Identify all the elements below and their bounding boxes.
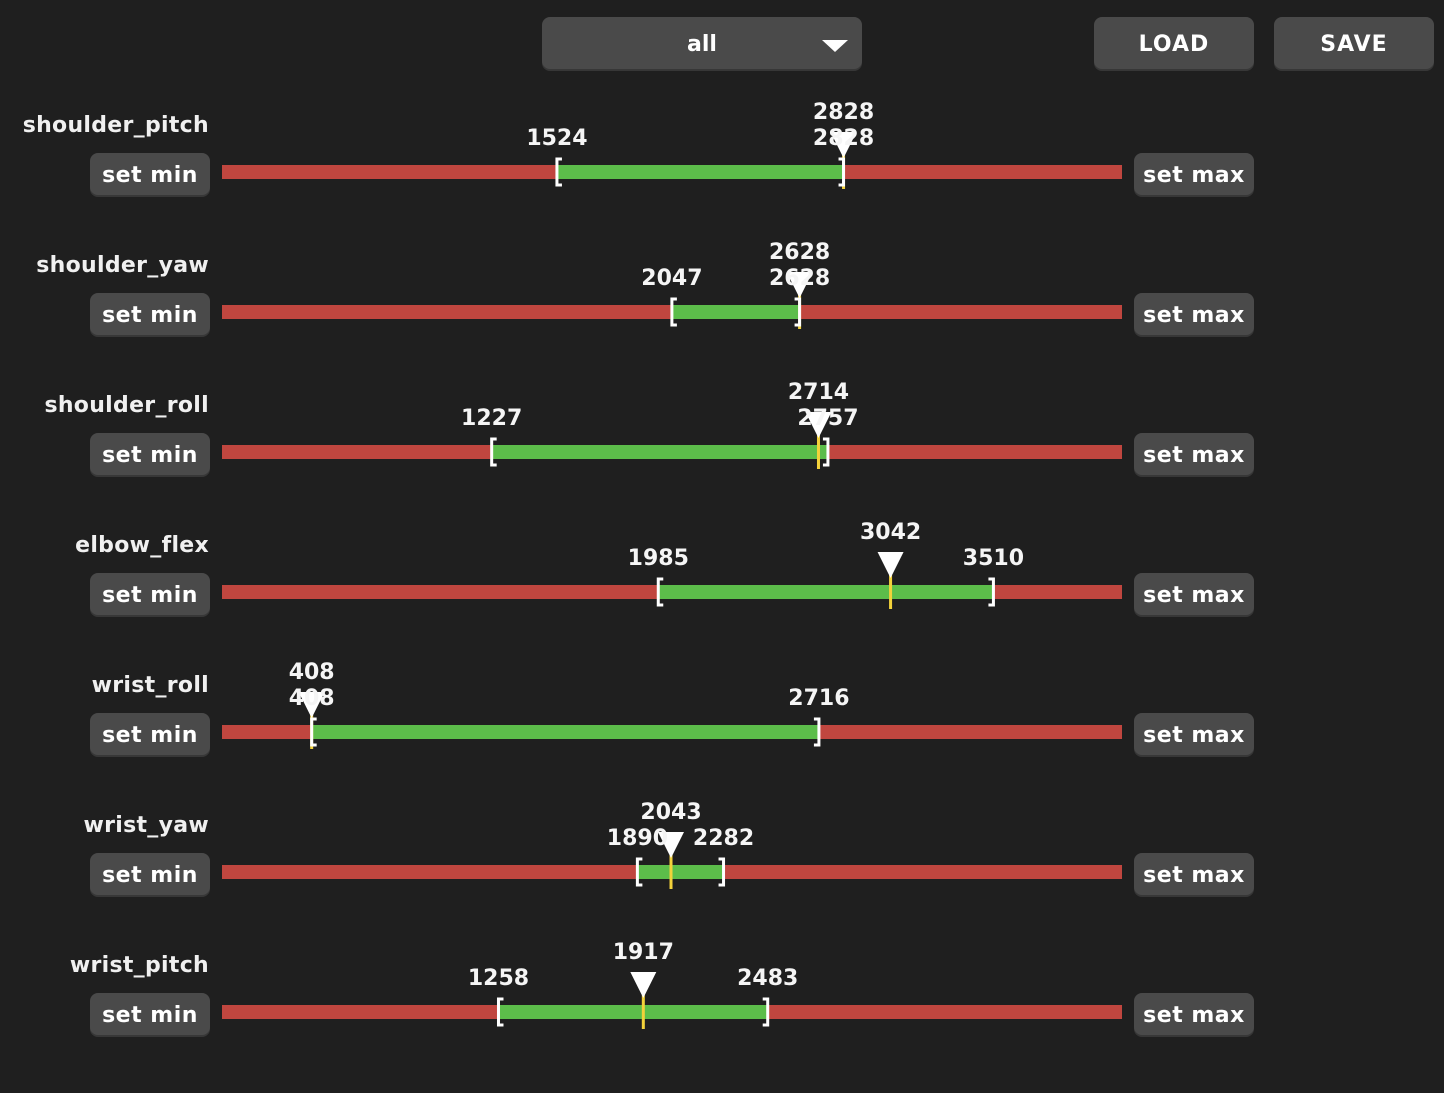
min-value-label: 1227 xyxy=(461,406,522,431)
goal-value-label: 2714 xyxy=(788,380,849,405)
motor-row-wrist_yaw: wrist_yaw set min set max 1890 2282 2043 xyxy=(0,800,1444,953)
max-value-label: 3510 xyxy=(963,546,1024,571)
goal-value-label: 3042 xyxy=(860,520,921,545)
track-in-range xyxy=(658,585,994,599)
dropdown-selected-value: all xyxy=(687,31,717,57)
range-slider[interactable]: 1258 2483 1917 xyxy=(0,940,1444,1093)
min-value-label: 1890 xyxy=(607,826,668,851)
goal-handle-triangle-icon[interactable] xyxy=(630,972,657,998)
motor-group-dropdown[interactable]: all xyxy=(542,17,862,71)
min-value-label: 1258 xyxy=(468,966,529,991)
range-slider[interactable]: 408 2716 408 xyxy=(0,660,1444,813)
track-in-range xyxy=(491,445,828,459)
range-slider[interactable]: 2047 26282628 xyxy=(0,240,1444,393)
max-value-label: 2628 xyxy=(769,266,830,291)
present-position-marker xyxy=(816,435,820,469)
present-position-marker xyxy=(669,855,673,889)
present-position-marker xyxy=(641,995,645,1029)
goal-value-label: 2828 xyxy=(813,100,874,125)
goal-value-label: 2043 xyxy=(640,800,701,825)
motor-row-elbow_flex: elbow_flex set min set max 1985 3510 3042 xyxy=(0,520,1444,673)
min-value-label: 1985 xyxy=(628,546,689,571)
range-slider[interactable]: 1985 3510 3042 xyxy=(0,520,1444,673)
chevron-down-icon xyxy=(822,40,848,52)
max-value-label: 2282 xyxy=(693,826,754,851)
max-value-label: 2828 xyxy=(813,126,874,151)
track-in-range xyxy=(671,305,800,319)
save-button[interactable]: SAVE xyxy=(1274,17,1434,71)
goal-value-label: 2628 xyxy=(769,240,830,265)
goal-value-label: 1917 xyxy=(613,940,674,965)
goal-handle-triangle-icon[interactable] xyxy=(877,552,904,578)
track-in-range xyxy=(637,865,724,879)
min-value-label: 1524 xyxy=(526,126,587,151)
motor-row-shoulder_yaw: shoulder_yaw set min set max 2047 2628 2628 xyxy=(0,240,1444,393)
range-slider[interactable]: 1890 22822043 xyxy=(0,800,1444,953)
min-value-label: 408 xyxy=(289,686,335,711)
track-in-range xyxy=(556,165,844,179)
max-value-label: 2757 xyxy=(797,406,858,431)
motor-row-shoulder_roll: shoulder_roll set min set max 1227 2757 2714 xyxy=(0,380,1444,533)
min-value-label: 2047 xyxy=(641,266,702,291)
load-button[interactable]: LOAD xyxy=(1094,17,1254,71)
goal-value-label: 408 xyxy=(289,660,335,685)
range-slider[interactable]: 1524 28282828 xyxy=(0,100,1444,253)
max-value-label: 2716 xyxy=(788,686,849,711)
motor-row-wrist_roll: wrist_roll set min set max 408 2716 408 xyxy=(0,660,1444,813)
track-in-range xyxy=(498,1005,768,1019)
motor-row-shoulder_pitch: shoulder_pitch set min set max 1524 2828 2828 xyxy=(0,100,1444,253)
motor-row-wrist_pitch: wrist_pitch set min set max 1258 2483 1917 xyxy=(0,940,1444,1093)
range-slider[interactable]: 1227 27572714 xyxy=(0,380,1444,533)
present-position-marker xyxy=(889,575,893,609)
max-value-label: 2483 xyxy=(737,966,798,991)
track-in-range xyxy=(311,725,819,739)
